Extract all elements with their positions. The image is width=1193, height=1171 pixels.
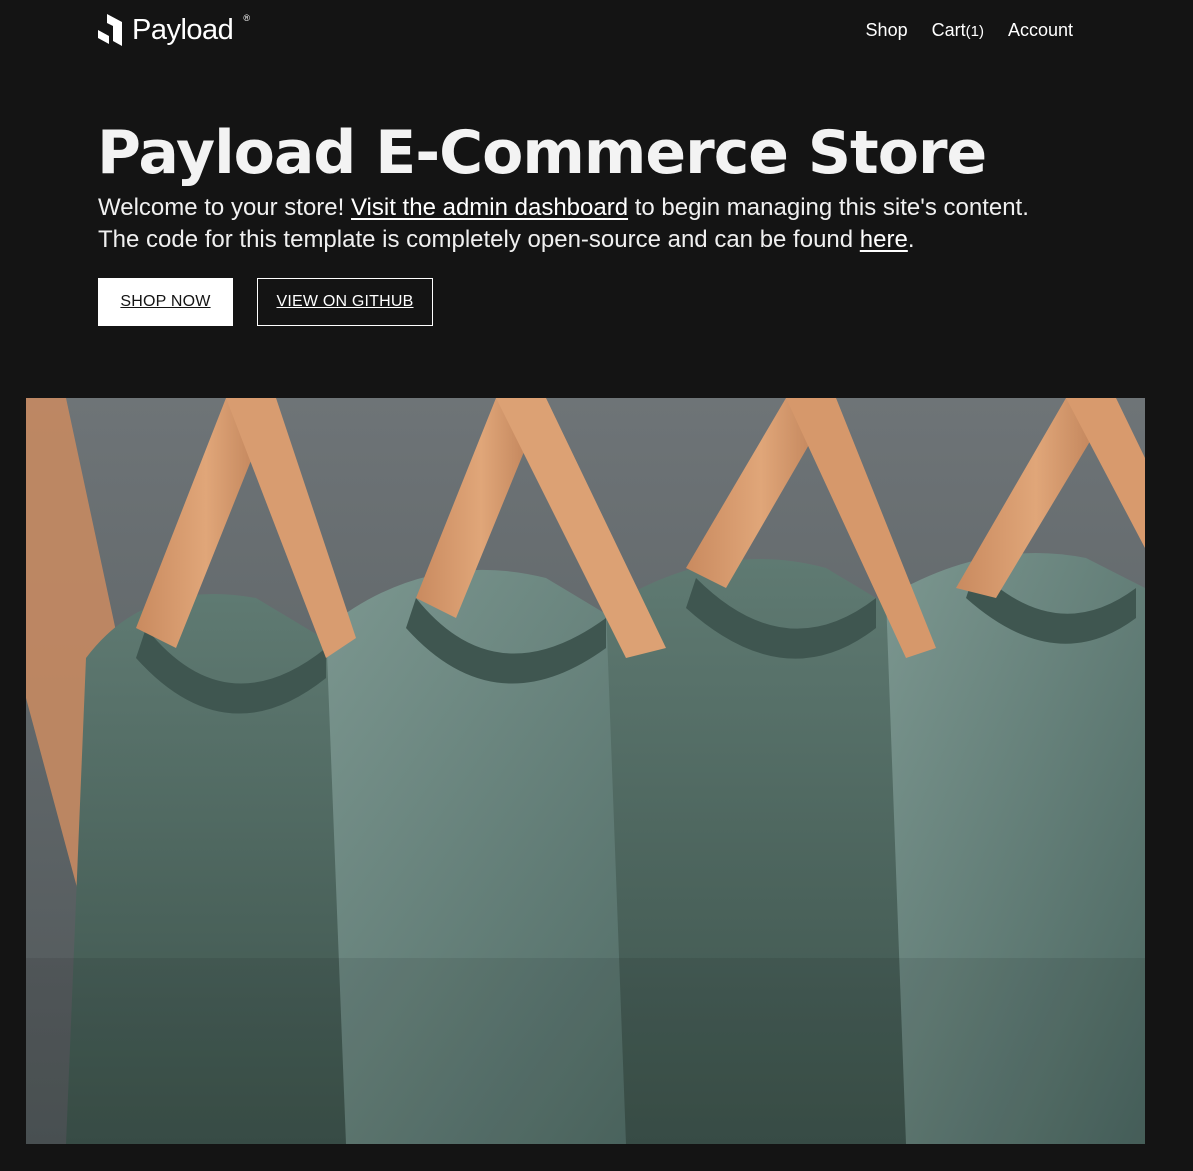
main-nav: Shop Cart(1) Account	[866, 20, 1073, 41]
source-code-link[interactable]: here	[860, 226, 908, 253]
registered-mark: ®	[243, 13, 250, 23]
shop-now-button[interactable]: Shop Now	[98, 278, 233, 326]
nav-shop-link[interactable]: Shop	[866, 20, 908, 41]
admin-dashboard-link[interactable]: Visit the admin dashboard	[351, 194, 628, 221]
page: Payload ® Shop Cart(1) Account Payload E-…	[0, 0, 1193, 1171]
hero-text-end: .	[907, 226, 915, 253]
hero-description: Welcome to your store! Visit the admin d…	[98, 192, 1058, 256]
payload-logo[interactable]: Payload ®	[98, 13, 250, 47]
hero-actions: Shop Now View on GitHub	[98, 278, 433, 326]
view-on-github-button[interactable]: View on GitHub	[257, 278, 433, 326]
nav-account-link[interactable]: Account	[1008, 20, 1073, 41]
hero-title: Payload E-Commerce Store	[97, 118, 987, 188]
site-header: Payload ® Shop Cart(1) Account	[98, 10, 1073, 50]
hero-image	[26, 398, 1145, 1144]
nav-cart-link[interactable]: Cart(1)	[932, 20, 984, 41]
logo-text: Payload	[132, 13, 234, 46]
cart-label: Cart	[931, 19, 966, 40]
payload-logo-icon	[98, 14, 122, 46]
hero-text-intro: Welcome to your store!	[98, 194, 351, 221]
t-shirts-on-hangers-image	[26, 398, 1145, 1144]
cart-count: (1)	[965, 22, 984, 40]
